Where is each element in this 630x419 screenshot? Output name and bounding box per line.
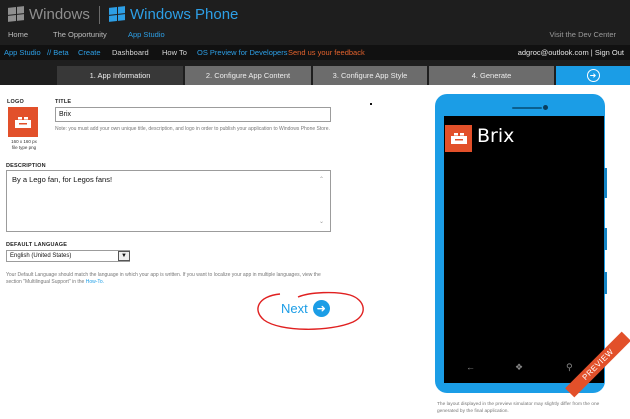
description-label: DESCRIPTION — [6, 163, 46, 169]
language-label: DEFAULT LANGUAGE — [6, 242, 68, 248]
user-email: adgroc@outlook.com — [517, 48, 589, 57]
title-label: TITLE — [55, 99, 72, 105]
start-icon: ❖ — [515, 362, 524, 372]
logo-label: LOGO — [7, 99, 24, 105]
phone-camera — [543, 105, 548, 110]
windows-brand-label: Windows — [29, 5, 90, 23]
logo-type-caption: file type png — [11, 144, 37, 150]
phone-screen — [444, 116, 604, 361]
preview-note: The layout displayed in the preview simu… — [437, 402, 600, 414]
back-icon: ← — [466, 362, 475, 372]
windows-logo-icon — [8, 6, 24, 22]
beta-label: // Beta — [47, 48, 69, 57]
step-next-button[interactable]: ➜ — [556, 66, 630, 85]
sign-out-link[interactable]: | Sign Out — [591, 48, 624, 57]
scroll-down-icon[interactable]: ⌄ — [319, 218, 324, 225]
brand-divider — [99, 6, 100, 24]
preview-app-tile — [445, 125, 472, 152]
step-label: 1. App Information — [89, 71, 151, 80]
dev-center-link[interactable]: Visit the Dev Center — [549, 30, 616, 39]
nav-app-studio[interactable]: App Studio — [128, 30, 165, 39]
dashboard-link[interactable]: Dashboard — [112, 48, 149, 57]
language-select-value: English (United States) — [10, 253, 72, 259]
account-area: adgroc@outlook.com | Sign Out — [518, 48, 624, 57]
next-button[interactable]: Next ➜ — [281, 300, 330, 317]
brick-icon — [450, 133, 467, 144]
language-select[interactable]: English (United States) — [6, 250, 130, 262]
phone-volume-button — [604, 168, 607, 198]
step-configure-content[interactable]: 2. Configure App Content — [185, 66, 311, 85]
nav-home[interactable]: Home — [8, 30, 28, 39]
arrow-right-circle-icon: ➜ — [312, 300, 330, 317]
phone-power-button — [604, 228, 607, 250]
step-label: 4. Generate — [471, 71, 512, 80]
brick-icon — [15, 116, 31, 128]
windows-phone-brand[interactable]: Windows Phone — [109, 5, 239, 23]
wizard-steps: 1. App Information 2. Configure App Cont… — [0, 60, 630, 85]
howto-note-link[interactable]: How-To. — [86, 279, 104, 285]
windows-phone-brand-label: Windows Phone — [130, 5, 239, 23]
step-generate[interactable]: 4. Generate — [429, 66, 554, 85]
howto-link[interactable]: How To — [162, 48, 187, 57]
description-textarea[interactable]: By a Lego fan, for Legos fans! — [6, 170, 331, 232]
create-link[interactable]: Create — [78, 48, 101, 57]
logo-caption: 160 x 160 px file type png — [6, 139, 42, 150]
step-label: 3. Configure App Style — [332, 71, 408, 80]
windows-phone-logo-icon — [109, 6, 125, 22]
next-label: Next — [281, 301, 308, 316]
title-input[interactable]: Brix — [55, 107, 331, 122]
app-studio-nav: App Studio // Beta Create Dashboard How … — [0, 45, 630, 60]
logo-size-caption: 160 x 160 px — [11, 139, 37, 144]
scroll-up-icon[interactable]: ⌃ — [319, 176, 324, 183]
top-header: Windows Windows Phone Home The Opportuni… — [0, 0, 630, 45]
feedback-link[interactable]: Send us your feedback — [288, 48, 365, 57]
arrow-right-circle-icon: ➜ — [586, 69, 600, 82]
logo-upload[interactable] — [8, 107, 38, 137]
language-note-text: Your Default Language should match the l… — [6, 272, 321, 285]
step-configure-style[interactable]: 3. Configure App Style — [313, 66, 427, 85]
windows-brand[interactable]: Windows — [8, 5, 90, 23]
phone-speaker — [512, 107, 542, 109]
stray-dot — [370, 103, 372, 105]
language-note: Your Default Language should match the l… — [6, 272, 336, 286]
os-preview-link[interactable]: OS Preview for Developers — [197, 48, 287, 57]
app-studio-link[interactable]: App Studio — [4, 48, 41, 57]
step-label: 2. Configure App Content — [205, 71, 291, 80]
chevron-down-icon[interactable]: ▼ — [118, 251, 130, 261]
phone-camera-button — [604, 272, 607, 294]
title-note: Note: you must add your own unique title… — [55, 126, 330, 132]
nav-opportunity[interactable]: The Opportunity — [53, 30, 107, 39]
search-icon: ⚲ — [566, 362, 573, 372]
step-app-information[interactable]: 1. App Information — [57, 66, 183, 85]
preview-app-name: Brix — [477, 125, 515, 147]
